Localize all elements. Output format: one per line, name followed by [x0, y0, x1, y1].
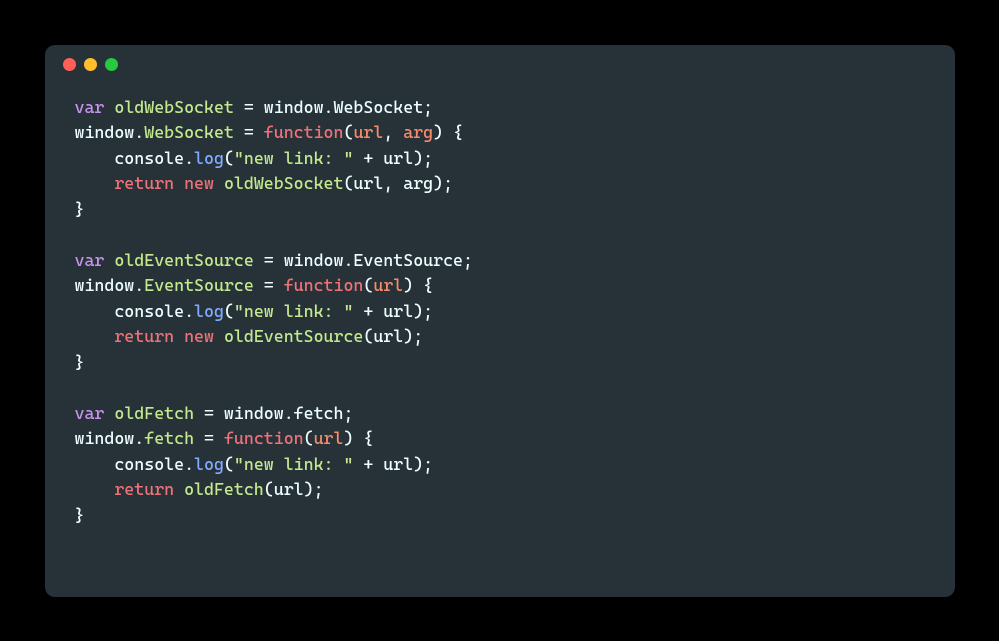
code-token: log [194, 454, 224, 474]
code-token [104, 250, 114, 270]
code-token: oldWebSocket [224, 173, 344, 193]
code-token [75, 173, 115, 193]
code-token: oldFetch [184, 479, 264, 499]
code-token: WebSocket [144, 122, 234, 142]
code-token [214, 326, 224, 346]
code-token: console. [75, 301, 195, 321]
code-token: window. [75, 122, 145, 142]
code-token: oldEventSource [114, 250, 253, 270]
code-token: oldFetch [114, 403, 194, 423]
code-token: "new link: " [234, 148, 354, 168]
code-token: = window.WebSocket; [234, 97, 433, 117]
code-token: function [224, 428, 304, 448]
code-token [214, 173, 224, 193]
code-token [75, 479, 115, 499]
code-token [174, 479, 184, 499]
code-token: var [75, 403, 105, 423]
code-token: = [254, 275, 284, 295]
code-token: console. [75, 454, 195, 474]
code-token: = window.fetch; [194, 403, 353, 423]
code-token: var [75, 97, 105, 117]
code-token: + url); [353, 301, 433, 321]
code-token: ( [304, 428, 314, 448]
code-token: ( [224, 148, 234, 168]
code-token: ( [224, 301, 234, 321]
code-token: } [75, 352, 85, 372]
code-token: EventSource [144, 275, 254, 295]
code-token: "new link: " [234, 301, 354, 321]
code-token: log [194, 301, 224, 321]
code-token: ) { [433, 122, 463, 142]
code-token: = [194, 428, 224, 448]
code-token: function [284, 275, 364, 295]
code-token: + url); [353, 454, 433, 474]
code-token [174, 173, 184, 193]
code-token: url [373, 275, 403, 295]
code-token: url [353, 122, 383, 142]
code-token: (url, arg); [343, 173, 453, 193]
code-token: = window.EventSource; [254, 250, 473, 270]
code-token: return [114, 326, 174, 346]
code-token: ) { [343, 428, 373, 448]
zoom-icon[interactable] [105, 58, 118, 71]
code-token: log [194, 148, 224, 168]
window-titlebar [45, 45, 955, 85]
code-token: (url); [264, 479, 324, 499]
code-token: window. [75, 428, 145, 448]
code-token [104, 403, 114, 423]
code-token: + url); [353, 148, 433, 168]
code-token: ( [343, 122, 353, 142]
code-token: ( [363, 275, 373, 295]
code-token: arg [403, 122, 433, 142]
code-token: new [184, 173, 214, 193]
code-token: oldWebSocket [114, 97, 234, 117]
code-token: ( [224, 454, 234, 474]
code-token [104, 97, 114, 117]
code-token: = [234, 122, 264, 142]
code-token: , [383, 122, 403, 142]
code-block: var oldWebSocket = window.WebSocket; win… [45, 85, 955, 549]
code-token: } [75, 199, 85, 219]
code-token: (url); [363, 326, 423, 346]
code-token: console. [75, 148, 195, 168]
code-token: fetch [144, 428, 194, 448]
minimize-icon[interactable] [84, 58, 97, 71]
code-token: return [114, 173, 174, 193]
code-token [75, 326, 115, 346]
code-token [174, 326, 184, 346]
code-token: } [75, 505, 85, 525]
code-token: function [264, 122, 344, 142]
code-window: var oldWebSocket = window.WebSocket; win… [45, 45, 955, 597]
code-token: var [75, 250, 105, 270]
close-icon[interactable] [63, 58, 76, 71]
code-token: "new link: " [234, 454, 354, 474]
code-token: ) { [403, 275, 433, 295]
code-token: window. [75, 275, 145, 295]
code-token: oldEventSource [224, 326, 363, 346]
code-token: new [184, 326, 214, 346]
code-token: url [314, 428, 344, 448]
code-token: return [114, 479, 174, 499]
